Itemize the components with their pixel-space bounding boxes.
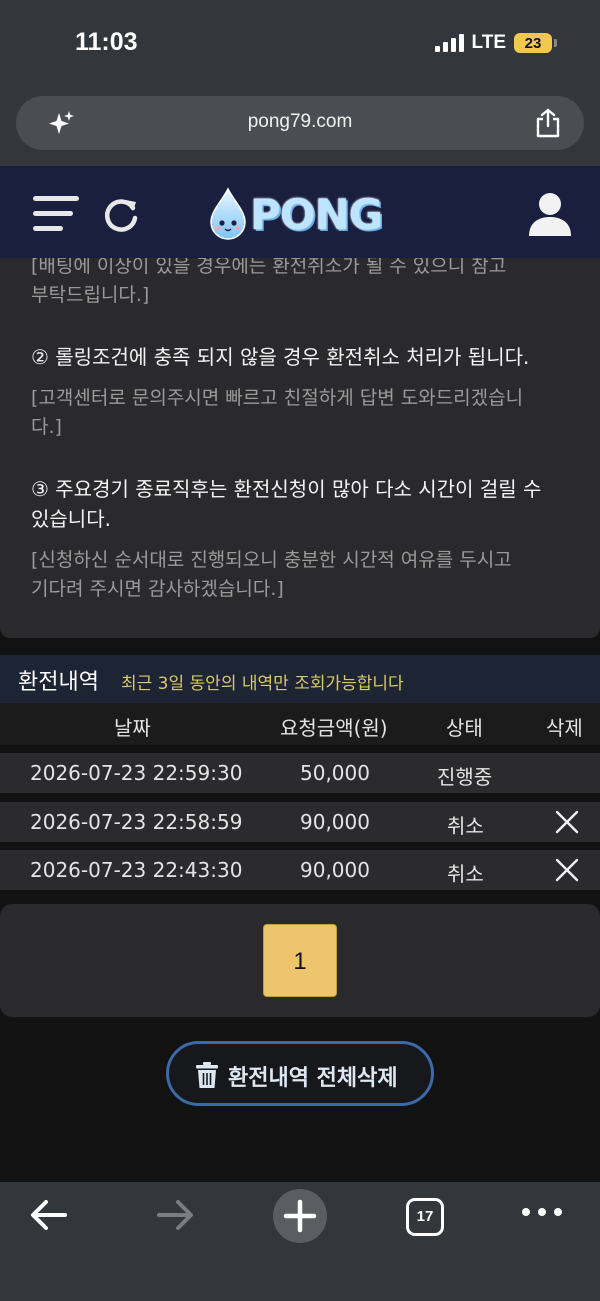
notice-item-3-note: [신청하신 순서대로 진행되오니 충분한 시간적 여유를 두시고 — [31, 549, 512, 571]
col-status: 상태 — [446, 716, 483, 740]
row-amount: 90,000 — [300, 858, 370, 882]
notice-item-2-note-cont: 다.] — [31, 416, 62, 438]
notice-item-3-note-cont: 기다려 주시면 감사하겠습니다.] — [31, 578, 284, 600]
row-status: 취소 — [447, 814, 484, 838]
logo-text: PONG — [250, 189, 383, 239]
history-column-header: 날짜 요청금액(원) 상태 삭제 — [0, 703, 600, 745]
signal-icon — [434, 34, 464, 52]
more-options-icon[interactable] — [522, 1208, 562, 1220]
delete-row-icon[interactable] — [555, 810, 579, 834]
row-status: 진행중 — [437, 765, 493, 789]
user-icon[interactable] — [526, 190, 574, 238]
address-bar[interactable]: pong79.com — [16, 96, 584, 150]
menu-icon[interactable] — [33, 196, 79, 232]
notice-note-cont: 부탁드립니다.] — [31, 284, 150, 306]
plus-icon — [283, 1199, 317, 1233]
trash-icon — [196, 1062, 218, 1088]
network-label: LTE — [471, 32, 506, 53]
col-date: 날짜 — [114, 716, 151, 740]
back-arrow-icon[interactable] — [29, 1198, 69, 1232]
site-header: PONG — [0, 166, 600, 258]
notice-item-3-title: ③ 주요경기 종료직후는 환전신청이 많아 다소 시간이 걸릴 수 — [31, 477, 542, 501]
status-time: 11:03 — [75, 28, 138, 56]
water-drop-mascot-icon — [210, 187, 246, 240]
row-status: 취소 — [447, 862, 484, 886]
row-amount: 90,000 — [300, 810, 370, 834]
delete-all-history-button[interactable]: 환전내역 전체삭제 — [166, 1041, 434, 1106]
browser-address-area: pong79.com — [0, 88, 600, 166]
url-text[interactable]: pong79.com — [16, 111, 584, 133]
row-amount: 50,000 — [300, 761, 370, 785]
share-icon[interactable] — [534, 108, 562, 138]
battery-icon: 23 — [514, 33, 557, 53]
site-logo[interactable]: PONG — [208, 184, 393, 244]
row-date: 2026-07-23 22:58:59 — [30, 810, 243, 834]
history-header: 환전내역 최근 3일 동안의 내역만 조회가능합니다 — [0, 655, 600, 703]
table-row: 2026-07-23 22:43:30 90,000 취소 — [0, 850, 600, 890]
history-title: 환전내역 — [18, 670, 99, 695]
forward-arrow-icon[interactable] — [155, 1198, 195, 1232]
status-bar: 11:03 LTE 23 — [0, 0, 600, 88]
pagination: 1 — [0, 904, 600, 1017]
withdrawal-notice: [배팅에 이상이 있을 경우에는 환전취소가 될 수 있으니 참고 부탁드립니다… — [0, 258, 600, 638]
page-button-current[interactable]: 1 — [263, 924, 337, 997]
col-delete: 삭제 — [546, 716, 583, 740]
refresh-icon[interactable] — [102, 196, 140, 234]
row-date: 2026-07-23 22:43:30 — [30, 858, 243, 882]
delete-all-label: 환전내역 전체삭제 — [228, 1066, 398, 1091]
row-date: 2026-07-23 22:59:30 — [30, 761, 243, 785]
tabs-count-button[interactable]: 17 — [406, 1198, 444, 1236]
col-amount: 요청금액(원) — [280, 716, 388, 740]
notice-note-cut: [배팅에 이상이 있을 경우에는 환전취소가 될 수 있으니 참고 — [31, 258, 507, 277]
notice-item-2-note: [고객센터로 문의주시면 빠르고 친절하게 답변 도와드리겠습니 — [31, 387, 524, 409]
table-row: 2026-07-23 22:59:30 50,000 진행중 — [0, 753, 600, 793]
browser-toolbar: 17 — [0, 1182, 600, 1301]
notice-item-2-title: ② 롤링조건에 충족 되지 않을 경우 환전취소 처리가 됩니다. — [31, 345, 530, 369]
status-indicators: LTE 23 — [434, 32, 557, 54]
history-subtitle: 최근 3일 동안의 내역만 조회가능합니다 — [121, 674, 404, 694]
notice-item-3-title-cont: 있습니다. — [31, 507, 111, 531]
new-tab-button[interactable] — [273, 1189, 327, 1243]
delete-row-icon[interactable] — [555, 858, 579, 882]
table-row: 2026-07-23 22:58:59 90,000 취소 — [0, 802, 600, 842]
